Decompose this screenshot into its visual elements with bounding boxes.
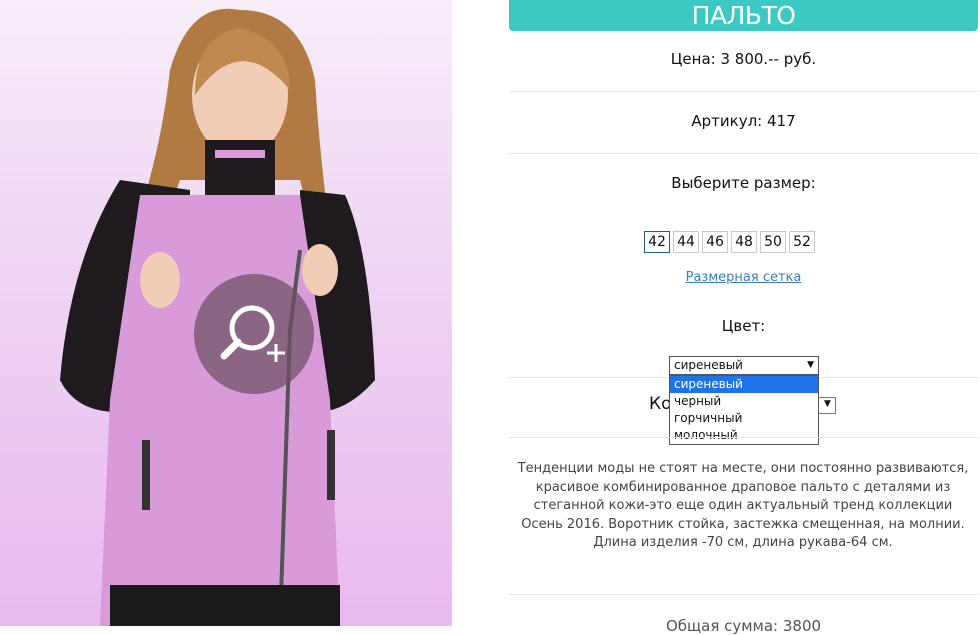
size-option-44[interactable]: 44: [673, 231, 699, 253]
divider: [509, 594, 978, 595]
size-option-48[interactable]: 48: [731, 231, 757, 253]
divider: [509, 153, 978, 154]
size-option-42[interactable]: 42: [644, 231, 670, 253]
zoom-in-icon: [220, 305, 285, 362]
chevron-down-icon: ▼: [824, 399, 831, 409]
article-number: Артикул: 417: [691, 112, 796, 130]
color-dropdown-list: сиреневый черный горчичный молочный: [669, 375, 819, 445]
size-chart-link[interactable]: Размерная сетка: [509, 270, 978, 285]
chevron-down-icon: ▼: [807, 360, 814, 370]
divider: [509, 91, 978, 92]
size-selector: 42 44 46 48 50 52: [644, 231, 815, 253]
divider: [509, 437, 978, 438]
color-label: Цвет:: [721, 317, 766, 335]
product-image[interactable]: [0, 0, 452, 626]
size-option-50[interactable]: 50: [760, 231, 786, 253]
color-option-black[interactable]: черный: [670, 393, 818, 410]
color-option-milky[interactable]: молочный: [670, 427, 818, 444]
color-select[interactable]: сиреневый ▼: [669, 356, 819, 375]
product-title: ПАЛЬТО: [509, 0, 978, 31]
color-option-mustard[interactable]: горчичный: [670, 410, 818, 427]
color-selected-value: сиреневый: [674, 358, 743, 372]
price: Цена: 3 800.-- руб.: [670, 50, 817, 68]
size-label: Выберите размер:: [671, 174, 816, 192]
size-option-46[interactable]: 46: [702, 231, 728, 253]
color-option-lilac[interactable]: сиреневый: [670, 376, 818, 393]
zoom-button[interactable]: [194, 274, 314, 394]
quantity-select[interactable]: ▼: [818, 397, 836, 414]
product-description: Тенденции моды не стоят на месте, они по…: [517, 461, 969, 550]
size-option-52[interactable]: 52: [789, 231, 815, 253]
total-sum: Общая сумма: 3800: [665, 617, 822, 635]
